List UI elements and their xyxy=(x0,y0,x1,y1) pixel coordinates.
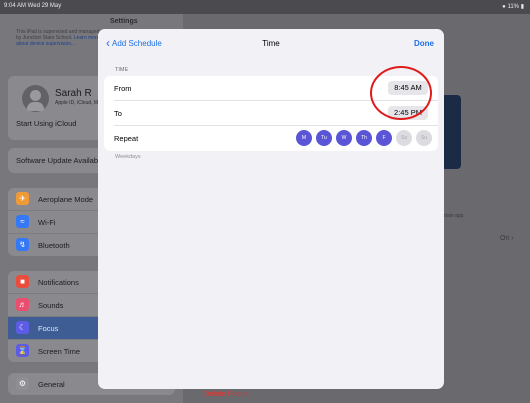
annotation-highlight-circle xyxy=(370,66,432,120)
sidebar-item-label: Bluetooth xyxy=(38,241,70,250)
sounds-icon: ♬ xyxy=(16,298,29,311)
battery-level: 11% xyxy=(507,4,520,10)
sidebar-item-label: Screen Time xyxy=(38,347,81,356)
weekday-selector: M Tu W Th F Sa Su xyxy=(296,130,432,146)
gear-icon: ⚙ xyxy=(16,377,29,390)
status-time: 9:04 AM Wed 29 May xyxy=(4,3,62,9)
day-toggle-monday[interactable]: M xyxy=(296,130,312,146)
hourglass-icon: ⌛ xyxy=(16,344,29,357)
sidebar-item-label: Notifications xyxy=(38,278,79,287)
aeroplane-icon: ✈ xyxy=(16,192,29,205)
sidebar-item-label: Sounds xyxy=(38,301,64,310)
sheet-title: Time xyxy=(262,39,280,48)
focus-preview-card xyxy=(443,95,461,169)
sidebar-item-label: Wi-Fi xyxy=(38,218,56,227)
avatar xyxy=(22,85,49,112)
day-toggle-saturday[interactable]: Sa xyxy=(396,130,412,146)
notifications-icon: ■ xyxy=(16,275,29,288)
profile-name: Sarah R xyxy=(55,88,92,99)
done-button[interactable]: Done xyxy=(414,39,434,48)
repeat-row: Repeat M Tu W Th F Sa Su xyxy=(114,126,438,150)
sidebar-item-label: Focus xyxy=(38,324,59,333)
repeat-summary: Weekdays xyxy=(115,154,141,160)
to-label: To xyxy=(114,109,122,118)
delete-focus-button[interactable]: Delete Focus xyxy=(204,389,248,398)
software-update-label: Software Update Available xyxy=(16,156,104,165)
sidebar-item-label: General xyxy=(38,380,65,389)
day-toggle-thursday[interactable]: Th xyxy=(356,130,372,146)
day-toggle-tuesday[interactable]: Tu xyxy=(316,130,332,146)
status-bar: 9:04 AM Wed 29 May ● 11% ▮ xyxy=(0,0,530,14)
wifi-icon: ≈ xyxy=(16,215,29,228)
sidebar-title: Settings xyxy=(110,18,138,25)
supervision-note: This iPad is supervised and managed by J… xyxy=(16,29,106,47)
sheet-navigation-bar: ‹ Add Schedule Time Done xyxy=(98,29,444,59)
time-section-header: TIME xyxy=(115,67,129,73)
day-toggle-sunday[interactable]: Su xyxy=(416,130,432,146)
sidebar-item-label: Aeroplane Mode xyxy=(38,195,94,204)
bluetooth-icon: ↯ xyxy=(16,238,29,251)
focus-status-value[interactable]: On › xyxy=(500,235,514,242)
start-icloud-link[interactable]: Start Using iCloud xyxy=(16,119,76,128)
day-toggle-friday[interactable]: F xyxy=(376,130,392,146)
from-label: From xyxy=(114,84,132,93)
day-toggle-wednesday[interactable]: W xyxy=(336,130,352,146)
focus-status-text: On xyxy=(500,235,510,242)
moon-icon: ☾ xyxy=(16,321,29,334)
battery-indicator: ● 11% ▮ xyxy=(502,4,524,10)
repeat-label: Repeat xyxy=(114,134,139,143)
